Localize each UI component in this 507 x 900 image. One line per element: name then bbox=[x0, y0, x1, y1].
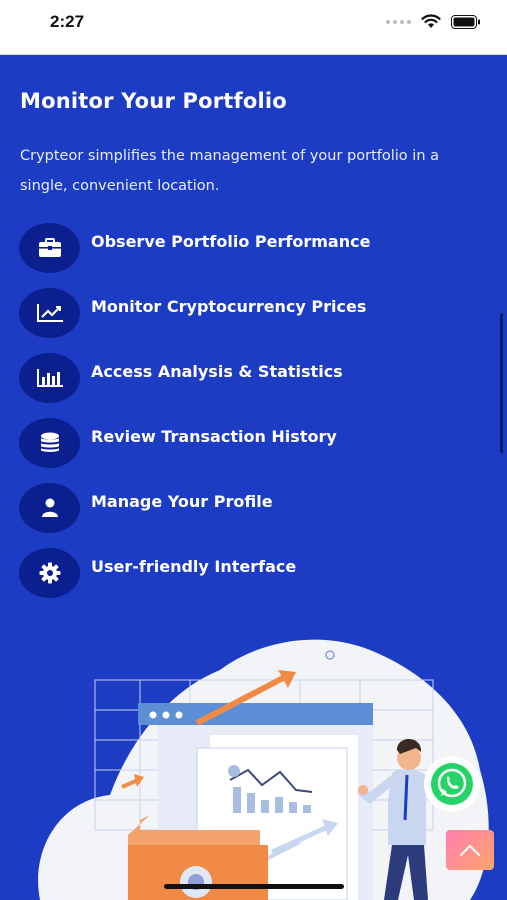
status-bar: 2:27 bbox=[0, 0, 507, 55]
database-icon bbox=[19, 417, 80, 468]
feature-list: Observe Portfolio Performance Monitor Cr… bbox=[19, 215, 489, 605]
battery-icon bbox=[451, 14, 480, 29]
feature-label: Manage Your Profile bbox=[91, 492, 273, 511]
feature-item-analysis-statistics: Access Analysis & Statistics bbox=[19, 345, 489, 410]
gear-icon bbox=[19, 547, 80, 598]
home-indicator[interactable] bbox=[164, 884, 344, 889]
feature-label: User-friendly Interface bbox=[91, 557, 297, 576]
chevron-up-icon bbox=[460, 845, 480, 856]
whatsapp-button[interactable] bbox=[424, 756, 480, 812]
feature-item-manage-profile: Manage Your Profile bbox=[19, 475, 489, 540]
status-icons bbox=[386, 14, 481, 29]
bar-chart-icon bbox=[19, 352, 80, 403]
signal-dots-icon bbox=[386, 19, 411, 24]
feature-label: Observe Portfolio Performance bbox=[91, 232, 371, 251]
line-chart-icon bbox=[19, 287, 80, 338]
section-title: Monitor Your Portfolio bbox=[20, 89, 287, 113]
feature-item-portfolio-performance: Observe Portfolio Performance bbox=[19, 215, 489, 280]
back-to-top-button[interactable] bbox=[446, 830, 494, 870]
feature-label: Monitor Cryptocurrency Prices bbox=[91, 297, 367, 316]
feature-item-crypto-prices: Monitor Cryptocurrency Prices bbox=[19, 280, 489, 345]
briefcase-icon bbox=[19, 222, 80, 273]
scrollbar-thumb[interactable] bbox=[500, 313, 503, 453]
feature-label: Review Transaction History bbox=[91, 427, 337, 446]
wifi-icon bbox=[421, 14, 441, 28]
section-description: Crypteor simplifies the management of yo… bbox=[20, 148, 439, 194]
feature-label: Access Analysis & Statistics bbox=[91, 362, 343, 381]
user-icon bbox=[19, 482, 80, 533]
status-time: 2:27 bbox=[50, 12, 85, 31]
feature-item-user-friendly-interface: User-friendly Interface bbox=[19, 540, 489, 605]
feature-item-transaction-history: Review Transaction History bbox=[19, 410, 489, 475]
whatsapp-icon bbox=[431, 763, 473, 805]
